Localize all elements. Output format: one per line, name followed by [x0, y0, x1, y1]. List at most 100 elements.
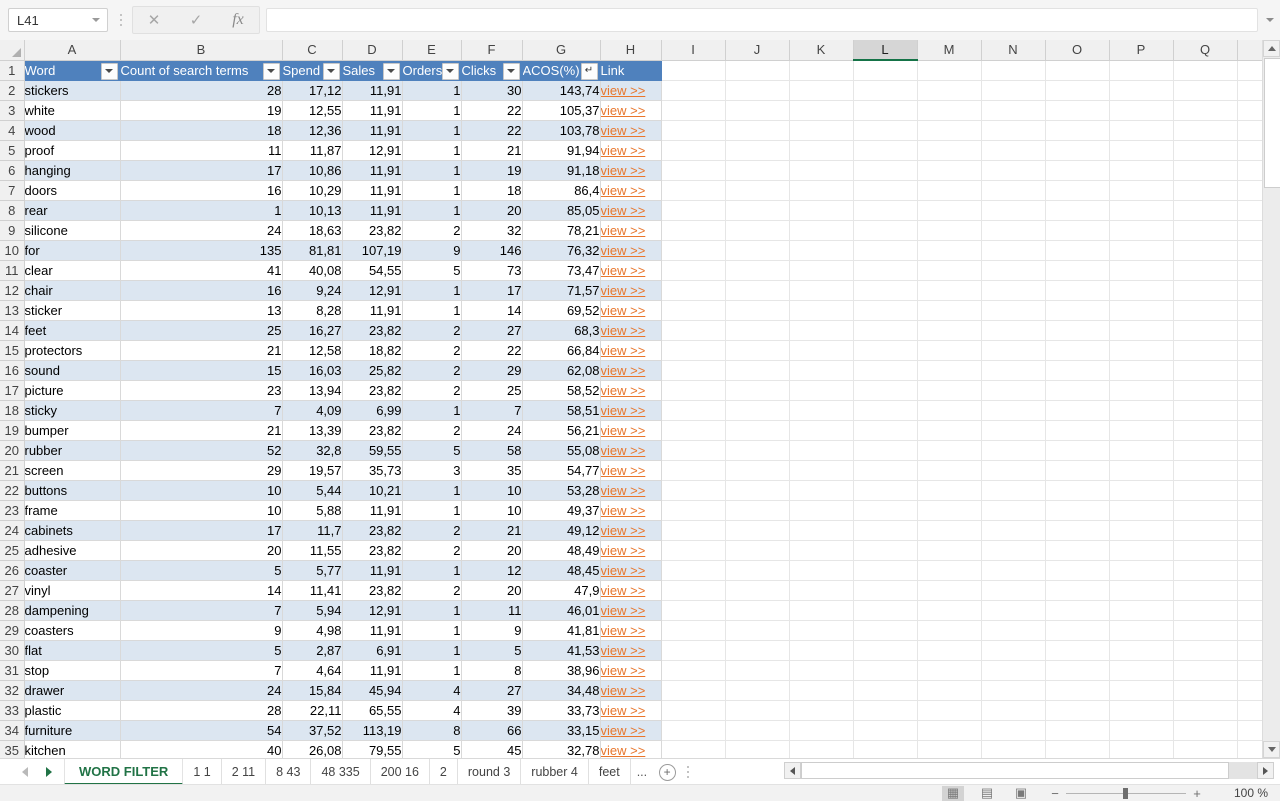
empty-cell[interactable] — [853, 500, 918, 521]
cell-link[interactable]: view >> — [600, 320, 662, 341]
cell-orders[interactable]: 1 — [402, 80, 462, 101]
cell-link[interactable]: view >> — [600, 360, 662, 381]
row-header[interactable]: 28 — [0, 600, 25, 621]
empty-cell[interactable] — [1173, 280, 1238, 301]
empty-cell[interactable] — [917, 280, 982, 301]
empty-cell[interactable] — [917, 360, 982, 381]
empty-cell[interactable] — [661, 200, 726, 221]
empty-cell[interactable] — [1045, 340, 1110, 361]
empty-cell[interactable] — [1045, 80, 1110, 101]
cell-acos[interactable]: 38,96 — [522, 660, 601, 681]
column-header-E[interactable]: E — [402, 40, 462, 61]
empty-cell[interactable] — [1109, 100, 1174, 121]
cell-clicks[interactable]: 12 — [461, 560, 523, 581]
empty-cell[interactable] — [853, 380, 918, 401]
cell-count[interactable]: 54 — [120, 720, 283, 741]
cell-acos[interactable]: 58,52 — [522, 380, 601, 401]
tab-bar-grip[interactable] — [681, 759, 695, 785]
row-header[interactable]: 19 — [0, 420, 25, 441]
column-header-I[interactable]: I — [661, 40, 726, 61]
empty-cell[interactable] — [1173, 180, 1238, 201]
empty-cell[interactable] — [981, 200, 1046, 221]
cell-acos[interactable]: 54,77 — [522, 460, 601, 481]
cell-spend[interactable]: 11,7 — [282, 520, 343, 541]
empty-cell[interactable] — [1173, 220, 1238, 241]
cell-spend[interactable]: 12,36 — [282, 120, 343, 141]
cell-word[interactable]: coasters — [23, 620, 121, 641]
row-header[interactable]: 26 — [0, 560, 25, 581]
cell-link[interactable]: view >> — [600, 560, 662, 581]
row-header[interactable]: 16 — [0, 360, 25, 381]
arrow-right-icon[interactable] — [46, 767, 52, 777]
cell-clicks[interactable]: 19 — [461, 160, 523, 181]
cell-sales[interactable]: 11,91 — [342, 560, 403, 581]
cell-sales[interactable]: 6,91 — [342, 640, 403, 661]
cell-count[interactable]: 17 — [120, 520, 283, 541]
cell-link[interactable]: view >> — [600, 420, 662, 441]
cell-count[interactable]: 135 — [120, 240, 283, 261]
filter-dropdown-icon[interactable] — [441, 62, 459, 79]
row-header[interactable]: 25 — [0, 540, 25, 561]
empty-cell[interactable] — [725, 620, 790, 641]
view-link[interactable]: view >> — [601, 683, 646, 698]
cell-orders[interactable]: 5 — [402, 260, 462, 281]
formula-input[interactable] — [266, 8, 1258, 32]
cell-acos[interactable]: 86,4 — [522, 180, 601, 201]
cell-sales[interactable]: 59,55 — [342, 440, 403, 461]
empty-cell[interactable] — [1173, 240, 1238, 261]
empty-cell[interactable] — [853, 80, 918, 101]
empty-cell[interactable] — [789, 220, 854, 241]
cell-clicks[interactable]: 39 — [461, 700, 523, 721]
empty-cell[interactable] — [917, 540, 982, 561]
zoom-slider[interactable] — [1066, 787, 1186, 799]
cell-sales[interactable]: 23,82 — [342, 540, 403, 561]
empty-cell[interactable] — [1109, 640, 1174, 661]
cell-clicks[interactable]: 25 — [461, 380, 523, 401]
empty-cell[interactable] — [1045, 520, 1110, 541]
cell-spend[interactable]: 13,39 — [282, 420, 343, 441]
row-header[interactable]: 24 — [0, 520, 25, 541]
cell-count[interactable]: 52 — [120, 440, 283, 461]
table-row[interactable]: 29 coasters 9 4,98 11,91 1 9 41,81 view >> — [0, 620, 1268, 641]
empty-cell[interactable] — [853, 680, 918, 701]
empty-cell[interactable] — [1045, 620, 1110, 641]
empty-cell[interactable] — [1109, 320, 1174, 341]
cell-word[interactable]: cabinets — [23, 520, 121, 541]
cell-sales[interactable]: 11,91 — [342, 180, 403, 201]
cell-sales[interactable]: 23,82 — [342, 320, 403, 341]
cell-word[interactable]: feet — [23, 320, 121, 341]
cell-word[interactable]: kitchen — [23, 740, 121, 758]
empty-cell[interactable] — [1045, 380, 1110, 401]
empty-cell[interactable] — [981, 380, 1046, 401]
empty-cell[interactable] — [981, 460, 1046, 481]
page-layout-view-icon[interactable]: ▤ — [976, 785, 998, 801]
cell-count[interactable]: 9 — [120, 620, 283, 641]
empty-cell[interactable] — [1045, 720, 1110, 741]
empty-cell[interactable] — [853, 720, 918, 741]
empty-cell[interactable] — [1045, 680, 1110, 701]
empty-cell[interactable] — [725, 400, 790, 421]
empty-cell[interactable] — [789, 260, 854, 281]
empty-cell[interactable] — [1045, 560, 1110, 581]
column-header-O[interactable]: O — [1045, 40, 1110, 61]
cell-link[interactable]: view >> — [600, 520, 662, 541]
empty-cell[interactable] — [853, 620, 918, 641]
cell-sales[interactable]: 79,55 — [342, 740, 403, 758]
empty-cell[interactable] — [917, 100, 982, 121]
column-filter-header[interactable]: Link — [600, 60, 662, 81]
empty-cell[interactable] — [853, 240, 918, 261]
cell-spend[interactable]: 22,11 — [282, 700, 343, 721]
empty-cell[interactable] — [1109, 340, 1174, 361]
empty-cell[interactable] — [789, 340, 854, 361]
empty-cell[interactable] — [917, 120, 982, 141]
row-header[interactable]: 27 — [0, 580, 25, 601]
cell-spend[interactable]: 11,55 — [282, 540, 343, 561]
empty-cell[interactable] — [661, 400, 726, 421]
cell-word[interactable]: sticker — [23, 300, 121, 321]
cell-spend[interactable]: 11,41 — [282, 580, 343, 601]
empty-cell[interactable] — [853, 140, 918, 161]
cell-sales[interactable]: 107,19 — [342, 240, 403, 261]
cell-orders[interactable]: 2 — [402, 220, 462, 241]
empty-cell[interactable] — [853, 400, 918, 421]
cell-spend[interactable]: 4,64 — [282, 660, 343, 681]
